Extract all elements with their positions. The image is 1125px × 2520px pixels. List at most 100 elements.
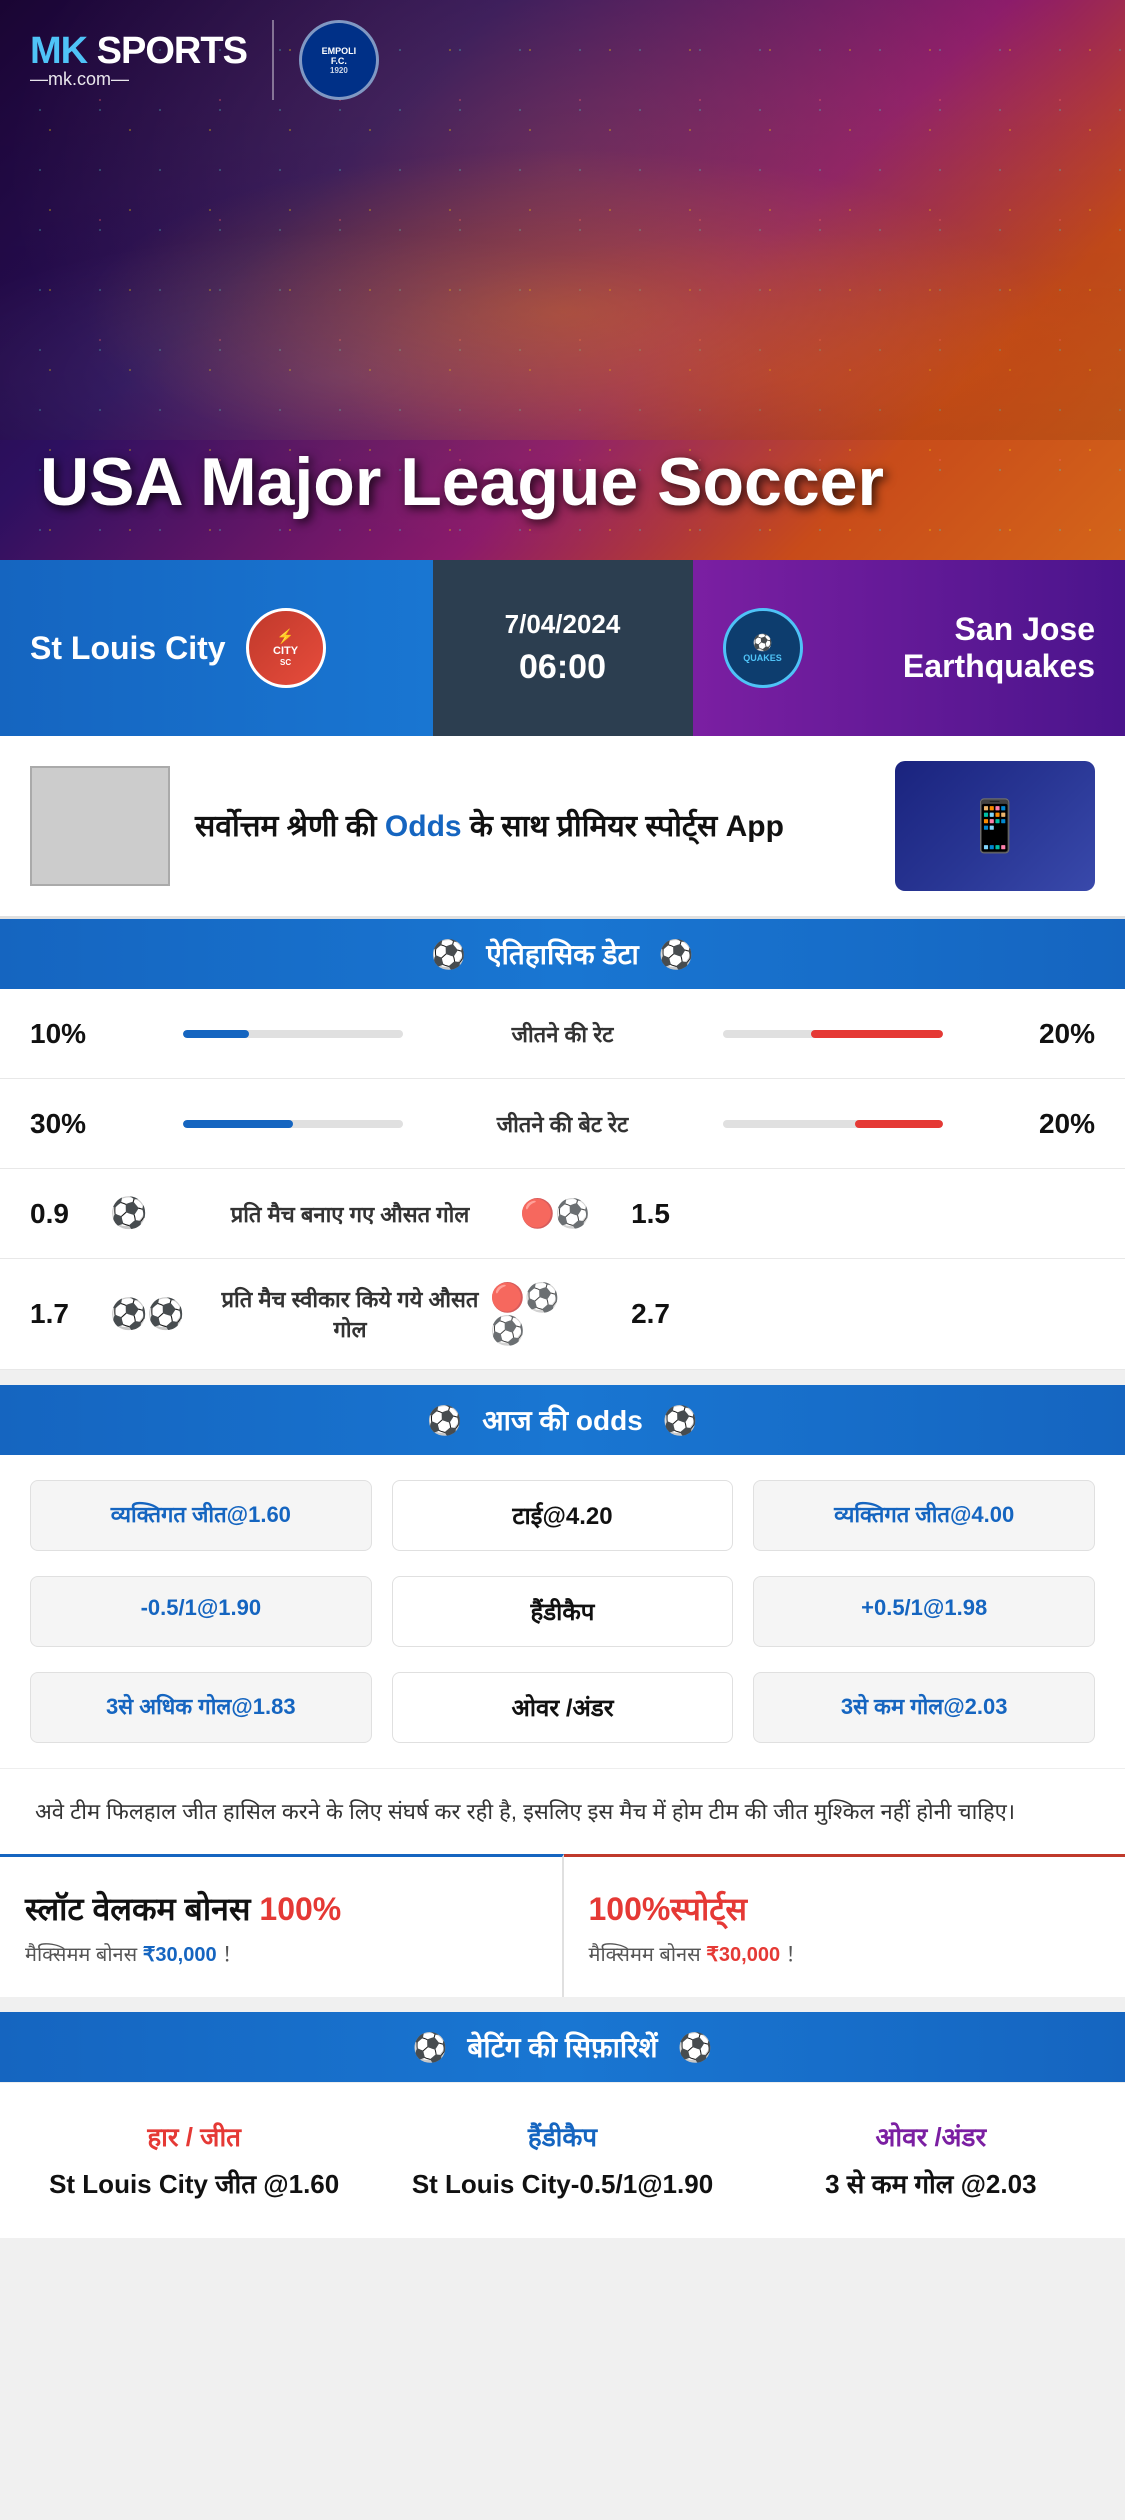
bonus-slots[interactable]: स्लॉट वेलकम बोनस 100% मैक्सिमम बोनस ₹30,… xyxy=(0,1854,564,1997)
bet-value-win: St Louis City जीत @1.60 xyxy=(30,2166,358,2202)
bet-value-handicap: St Louis City-0.5/1@1.90 xyxy=(398,2166,726,2202)
bet-soccer-icon-right: ⚽ xyxy=(678,2031,713,2064)
ball-icon-red-1: 🔴⚽ xyxy=(520,1197,590,1230)
stat-row-bet-rate: 30% जीतने की बेट रेट 20% xyxy=(0,1079,1125,1169)
bonus-slots-amount: ₹30,000 xyxy=(143,1944,217,1966)
odds-row-3: 3से अधिक गोल@1.83 ओवर /अंडर 3से कम गोल@2… xyxy=(25,1667,1100,1748)
betting-recommendations: ⚽ बेटिंग की सिफ़ारिशें ⚽ हार / जीत St Lo… xyxy=(0,2012,1125,2237)
bonus-sports-pct: 100% xyxy=(589,1891,671,1927)
bet-rate-left-val: 30% xyxy=(30,1108,110,1140)
bar-fill-blue-2 xyxy=(183,1120,293,1128)
bar-track-right-1 xyxy=(723,1030,943,1038)
notice-text: अवे टीम फिलहाल जीत हासिल करने के लिए संघ… xyxy=(0,1768,1125,1854)
logo-divider xyxy=(272,20,274,100)
bonus-slots-pct: 100% xyxy=(259,1891,341,1927)
hero-logo: MK SPORTS —mk.com— EMPOLI F.C. 1920 xyxy=(30,20,379,100)
bet-section-header: ⚽ बेटिंग की सिफ़ारिशें ⚽ xyxy=(0,2012,1125,2082)
bar-fill-blue-1 xyxy=(183,1030,249,1038)
promo-banner: सर्वोत्तम श्रेणी की Odds के साथ प्रीमियर… xyxy=(0,736,1125,919)
odds-ou-label: ओवर /अंडर xyxy=(392,1672,734,1743)
stats-section: 10% जीतने की रेट 20% 30% जीतने की बेट रे… xyxy=(0,989,1125,1370)
win-rate-bar-left xyxy=(110,1030,403,1038)
odds-row-1: व्यक्तिगत जीत@1.60 टाई@4.20 व्यक्तिगत जी… xyxy=(25,1475,1100,1556)
bet-section-title: बेटिंग की सिफ़ारिशें xyxy=(467,2028,657,2066)
soccer-icon-left: ⚽ xyxy=(431,938,466,971)
odds-handicap-left[interactable]: -0.5/1@1.90 xyxy=(30,1576,372,1647)
odds-handicap-label: हैंडीकैप xyxy=(392,1576,734,1647)
odds-home-win[interactable]: व्यक्तिगत जीत@1.60 xyxy=(30,1480,372,1551)
phone-icon: 📱 xyxy=(964,797,1026,856)
bet-type-handicap: हैंडीकैप xyxy=(398,2118,726,2154)
odds-away-win[interactable]: व्यक्तिगत जीत@4.00 xyxy=(753,1480,1095,1551)
team-away-name: San Jose Earthquakes xyxy=(823,611,1096,685)
player-silhouette xyxy=(0,120,1125,440)
win-rate-bar-right xyxy=(723,1030,1016,1038)
mk-url: —mk.com— xyxy=(30,69,247,90)
hero-title: USA Major League Soccer xyxy=(40,445,884,520)
goals-scored-left-val: 0.9 xyxy=(30,1198,110,1230)
empoli-badge: EMPOLI F.C. 1920 xyxy=(299,20,379,100)
team-home-logo-text: ⚡ CITY SC xyxy=(273,628,298,668)
goals-conceded-left-val: 1.7 xyxy=(30,1298,110,1330)
odds-ou-under[interactable]: 3से कम गोल@2.03 xyxy=(753,1672,1095,1743)
goals-scored-icons-right: 🔴⚽ xyxy=(490,1197,590,1230)
notice-content: अवे टीम फिलहाल जीत हासिल करने के लिए संघ… xyxy=(35,1799,1015,1824)
bar-track-left-1 xyxy=(183,1030,403,1038)
soccer-icon-right: ⚽ xyxy=(659,938,694,971)
odds-row-2: -0.5/1@1.90 हैंडीकैप +0.5/1@1.98 xyxy=(25,1571,1100,1652)
hero-banner: MK SPORTS —mk.com— EMPOLI F.C. 1920 USA … xyxy=(0,0,1125,560)
stat-row-goals-scored: 0.9 ⚽ प्रति मैच बनाए गए औसत गोल 🔴⚽ 1.5 xyxy=(0,1169,1125,1259)
bet-card-handicap: हैंडीकैप St Louis City-0.5/1@1.90 xyxy=(388,2108,736,2212)
odds-title: आज की odds xyxy=(482,1401,643,1439)
team-home-name: St Louis City xyxy=(30,630,226,667)
goals-scored-icons-left: ⚽ xyxy=(110,1196,210,1231)
historical-section-header: ⚽ ऐतिहासिक डेटा ⚽ xyxy=(0,919,1125,989)
promo-text-block: सर्वोत्तम श्रेणी की Odds के साथ प्रीमियर… xyxy=(195,807,870,846)
bonus-sports[interactable]: 100%स्पोर्ट्स मैक्सिमम बोनस ₹30,000 ！ xyxy=(564,1854,1125,1997)
team-home-section: St Louis City ⚡ CITY SC xyxy=(0,560,433,736)
soccer-players-visual xyxy=(0,90,1125,440)
goals-conceded-icons-right: 🔴⚽⚽ xyxy=(490,1281,590,1347)
odds-section-header: ⚽ आज की odds ⚽ xyxy=(0,1385,1125,1455)
bet-card-win: हार / जीत St Louis City जीत @1.60 xyxy=(20,2108,368,2212)
mk-brand: MK SPORTS —mk.com— xyxy=(30,30,247,90)
win-rate-right-val: 20% xyxy=(1015,1018,1095,1050)
bet-card-ou: ओवर /अंडर 3 से कम गोल @2.03 xyxy=(757,2108,1105,2212)
odds-soccer-icon-left: ⚽ xyxy=(427,1404,462,1437)
bet-soccer-icon-left: ⚽ xyxy=(413,2031,448,2064)
goals-conceded-right-val: 2.7 xyxy=(590,1298,670,1330)
bar-fill-red-2 xyxy=(855,1120,943,1128)
team-away-section: ⚽ QUAKES San Jose Earthquakes xyxy=(693,560,1125,736)
bet-rate-bar-left xyxy=(110,1120,403,1128)
promo-app-image: 📱 xyxy=(895,761,1095,891)
bet-grid: हार / जीत St Louis City जीत @1.60 हैंडीक… xyxy=(0,2082,1125,2237)
odds-ou-over[interactable]: 3से अधिक गोल@1.83 xyxy=(30,1672,372,1743)
goals-conceded-label: प्रति मैच स्वीकार किये गये औसत गोल xyxy=(210,1284,490,1344)
ball-icon-red-2: 🔴⚽⚽ xyxy=(490,1281,590,1347)
win-rate-label: जीतने की रेट xyxy=(423,1019,703,1049)
odds-handicap-right[interactable]: +0.5/1@1.98 xyxy=(753,1576,1095,1647)
bet-value-ou: 3 से कम गोल @2.03 xyxy=(767,2166,1095,2202)
bet-rate-label: जीतने की बेट रेट xyxy=(423,1109,703,1139)
bonus-section: स्लॉट वेलकम बोनस 100% मैक्सिमम बोनस ₹30,… xyxy=(0,1854,1125,1997)
match-header: St Louis City ⚡ CITY SC 7/04/2024 06:00 … xyxy=(0,560,1125,736)
bonus-sports-title: 100%स्पोर्ट्स xyxy=(589,1887,1101,1930)
odds-tie[interactable]: टाई@4.20 xyxy=(392,1480,734,1551)
promo-highlight: Odds xyxy=(385,810,462,843)
bet-type-win: हार / जीत xyxy=(30,2118,358,2154)
bonus-sports-amount: ₹30,000 xyxy=(706,1944,780,1966)
promo-main-text: सर्वोत्तम श्रेणी की Odds के साथ प्रीमियर… xyxy=(195,807,870,846)
odds-grid-container: व्यक्तिगत जीत@1.60 टाई@4.20 व्यक्तिगत जी… xyxy=(0,1455,1125,1768)
bar-track-right-2 xyxy=(723,1120,943,1128)
historical-title: ऐतिहासिक डेटा xyxy=(486,935,639,973)
bet-type-ou: ओवर /अंडर xyxy=(767,2118,1095,2154)
bonus-slots-title: स्लॉट वेलकम बोनस 100% xyxy=(25,1887,537,1930)
stat-row-goals-conceded: 1.7 ⚽⚽ प्रति मैच स्वीकार किये गये औसत गो… xyxy=(0,1259,1125,1370)
stat-row-win-rate: 10% जीतने की रेट 20% xyxy=(0,989,1125,1079)
mk-logo-text: MK SPORTS xyxy=(30,30,247,73)
match-date: 7/04/2024 xyxy=(505,609,621,640)
win-rate-left-val: 10% xyxy=(30,1018,110,1050)
odds-soccer-icon-right: ⚽ xyxy=(663,1404,698,1437)
team-away-logo: ⚽ QUAKES xyxy=(723,608,803,688)
team-home-logo: ⚡ CITY SC xyxy=(246,608,326,688)
